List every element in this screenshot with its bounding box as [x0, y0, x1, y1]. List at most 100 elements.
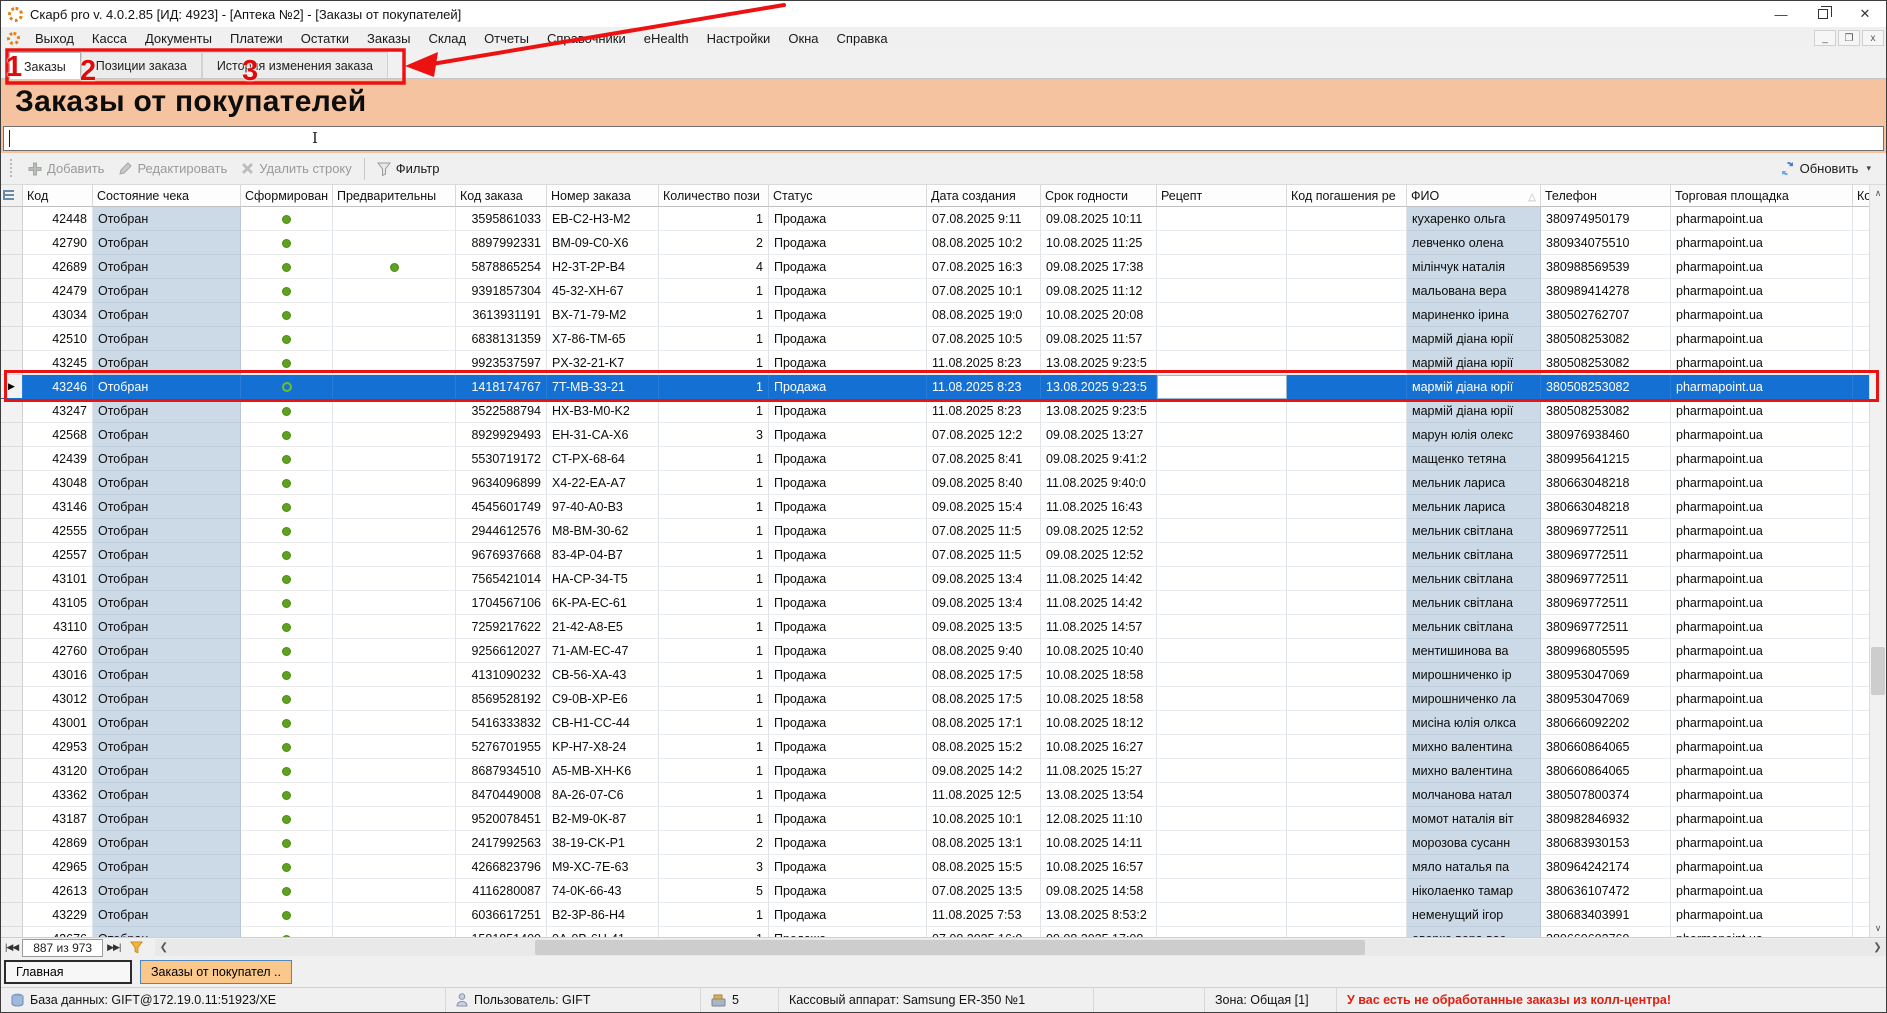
column-header[interactable]: Состояние чека: [93, 185, 241, 207]
column-header[interactable]: Срок годности: [1041, 185, 1157, 207]
restore-button[interactable]: [1802, 1, 1844, 27]
column-header[interactable]: Количество пози: [659, 185, 769, 207]
menu-item[interactable]: Выход: [26, 29, 83, 48]
cell-order_code: 3595861033: [456, 207, 547, 231]
table-row[interactable]: 42510Отобран6838131359X7-86-TM-651Продаж…: [1, 327, 1871, 351]
menu-item[interactable]: Платежи: [221, 29, 292, 48]
vertical-scrollbar[interactable]: ∧ ∨: [1869, 185, 1886, 937]
menu-bar-items: ВыходКассаДокументыПлатежиОстаткиЗаказыС…: [26, 29, 897, 48]
table-row[interactable]: 42869Отобран241799256338-19-CK-P12Продаж…: [1, 831, 1871, 855]
table-row[interactable]: 43048Отобран9634096899X4-22-EA-A71Продаж…: [1, 471, 1871, 495]
table-row[interactable]: 43101Отобран7565421014HA-CP-34-T51Продаж…: [1, 567, 1871, 591]
horizontal-scrollbar[interactable]: ❮ ❯: [155, 939, 1886, 956]
column-header[interactable]: Дата создания: [927, 185, 1041, 207]
cell-site: pharmapoint.ua: [1671, 591, 1853, 615]
refresh-dropdown-icon[interactable]: ▾: [1866, 163, 1871, 174]
scroll-left-icon[interactable]: ❮: [155, 939, 172, 956]
delete-row-button[interactable]: Удалить строку: [234, 158, 359, 179]
menu-item[interactable]: Склад: [419, 29, 475, 48]
table-row[interactable]: 43146Отобран454560174997-40-A0-B31Продаж…: [1, 495, 1871, 519]
table-row[interactable]: 43001Отобран5416333832CB-H1-CC-441Продаж…: [1, 711, 1871, 735]
cell-qty: 1: [659, 447, 769, 471]
add-button[interactable]: Добавить: [21, 158, 111, 179]
database-icon: [11, 993, 24, 1007]
column-header[interactable]: Торговая площадка: [1671, 185, 1853, 207]
table-row[interactable]: 43245Отобран9923537597PX-32-21-K71Продаж…: [1, 351, 1871, 375]
scroll-up-icon[interactable]: ∧: [1870, 185, 1886, 202]
column-header[interactable]: Предварительны: [333, 185, 456, 207]
pager-last-button[interactable]: ▶▶|: [103, 942, 124, 953]
cell-expires: 11.08.2025 9:40:0: [1041, 471, 1157, 495]
table-row[interactable]: 42689Отобран5878865254H2-3T-2P-B44Продаж…: [1, 255, 1871, 279]
cell-phone: 380988569539: [1541, 255, 1671, 279]
pager-filter-button[interactable]: [130, 941, 143, 954]
menu-item[interactable]: Настройки: [698, 29, 780, 48]
table-row[interactable]: 42557Отобран967693766883-4P-04-B71Продаж…: [1, 543, 1871, 567]
minimize-button[interactable]: —: [1760, 1, 1802, 27]
cell-qty: 1: [659, 495, 769, 519]
menu-item[interactable]: Заказы: [358, 29, 419, 48]
table-row[interactable]: 42676Отобран15818514000A-9B-6H-411Продаж…: [1, 927, 1871, 937]
header-grid-icon[interactable]: [1, 185, 23, 207]
menu-item[interactable]: eHealth: [635, 29, 698, 48]
bottom-tab-home[interactable]: Главная: [4, 960, 132, 984]
table-row[interactable]: 42439Отобран5530719172CT-PX-68-641Продаж…: [1, 447, 1871, 471]
column-header[interactable]: Сформирован: [241, 185, 333, 207]
table-row[interactable]: 43229Отобран6036617251B2-3P-86-H41Продаж…: [1, 903, 1871, 927]
doc-tab[interactable]: История изменения заказа: [202, 52, 388, 78]
table-row[interactable]: 43016Отобран4131090232CB-56-XA-431Продаж…: [1, 663, 1871, 687]
doc-tab[interactable]: Позиции заказа: [81, 52, 202, 78]
filter-button[interactable]: Фильтр: [370, 158, 447, 179]
mdi-minimize-button[interactable]: _: [1814, 30, 1836, 46]
column-header[interactable]: Код заказа: [456, 185, 547, 207]
table-row[interactable]: 43012Отобран8569528192C9-0B-XP-E61Продаж…: [1, 687, 1871, 711]
refresh-button[interactable]: Обновить ▾: [1773, 158, 1878, 179]
scroll-right-icon[interactable]: ❯: [1869, 939, 1886, 956]
column-header[interactable]: ФИО△: [1407, 185, 1541, 207]
table-row[interactable]: ▶43246Отобран14181747677T-MB-33-211Прода…: [1, 375, 1871, 399]
menu-item[interactable]: Отчеты: [475, 29, 538, 48]
doc-tab[interactable]: Заказы: [9, 52, 81, 79]
column-header[interactable]: Код погашения ре: [1287, 185, 1407, 207]
table-row[interactable]: 42568Отобран8929929493EH-31-CA-X63Продаж…: [1, 423, 1871, 447]
column-header[interactable]: Статус: [769, 185, 927, 207]
table-row[interactable]: 42790Отобран8897992331BM-09-C0-X62Продаж…: [1, 231, 1871, 255]
table-row[interactable]: 42760Отобран925661202771-AM-EC-471Продаж…: [1, 639, 1871, 663]
column-header[interactable]: Телефон: [1541, 185, 1671, 207]
menu-item[interactable]: Остатки: [292, 29, 358, 48]
close-button[interactable]: ✕: [1844, 1, 1886, 27]
table-row[interactable]: 42965Отобран4266823796M9-XC-7E-633Продаж…: [1, 855, 1871, 879]
menu-item[interactable]: Касса: [83, 29, 136, 48]
cell-pre: [333, 831, 456, 855]
menu-item[interactable]: Документы: [136, 29, 221, 48]
scroll-down-icon[interactable]: ∨: [1870, 920, 1886, 937]
table-row[interactable]: 43120Отобран8687934510A5-MB-XH-K61Продаж…: [1, 759, 1871, 783]
column-header[interactable]: Код: [23, 185, 93, 207]
green-dot-icon: [282, 479, 291, 488]
vertical-scroll-thumb[interactable]: [1871, 647, 1885, 695]
column-header[interactable]: Рецепт: [1157, 185, 1287, 207]
table-row[interactable]: 43105Отобран17045671066K-PA-EC-611Продаж…: [1, 591, 1871, 615]
table-row[interactable]: 42555Отобран2944612576M8-BM-30-621Продаж…: [1, 519, 1871, 543]
table-row[interactable]: 43187Отобран9520078451B2-M9-0K-871Продаж…: [1, 807, 1871, 831]
horizontal-scroll-thumb[interactable]: [535, 940, 1365, 955]
menu-item[interactable]: Окна: [779, 29, 827, 48]
mdi-restore-button[interactable]: ❐: [1838, 30, 1860, 46]
menu-item[interactable]: Справка: [828, 29, 897, 48]
table-row[interactable]: 43362Отобран84704490088A-26-07-C61Продаж…: [1, 783, 1871, 807]
cell-formed: [241, 783, 333, 807]
column-header[interactable]: Номер заказа: [547, 185, 659, 207]
search-input[interactable]: I: [3, 126, 1884, 151]
table-row[interactable]: 42448Отобран3595861033EB-C2-H3-M21Продаж…: [1, 207, 1871, 231]
table-row[interactable]: 43034Отобран3613931191BX-71-79-M21Продаж…: [1, 303, 1871, 327]
table-row[interactable]: 42613Отобран411628008774-0K-66-435Продаж…: [1, 879, 1871, 903]
pager-first-button[interactable]: |◀◀: [1, 942, 22, 953]
bottom-tab-current[interactable]: Заказы от покупател ..: [140, 960, 292, 984]
table-row[interactable]: 43247Отобран3522588794HX-B3-M0-K21Продаж…: [1, 399, 1871, 423]
table-row[interactable]: 42479Отобран939185730445-32-XH-671Продаж…: [1, 279, 1871, 303]
edit-button[interactable]: Редактировать: [111, 158, 234, 179]
table-row[interactable]: 43110Отобран725921762221-42-A8-E51Продаж…: [1, 615, 1871, 639]
menu-item[interactable]: Справочники: [538, 29, 635, 48]
table-row[interactable]: 42953Отобран5276701955KP-H7-X8-241Продаж…: [1, 735, 1871, 759]
mdi-close-button[interactable]: x: [1862, 30, 1884, 46]
